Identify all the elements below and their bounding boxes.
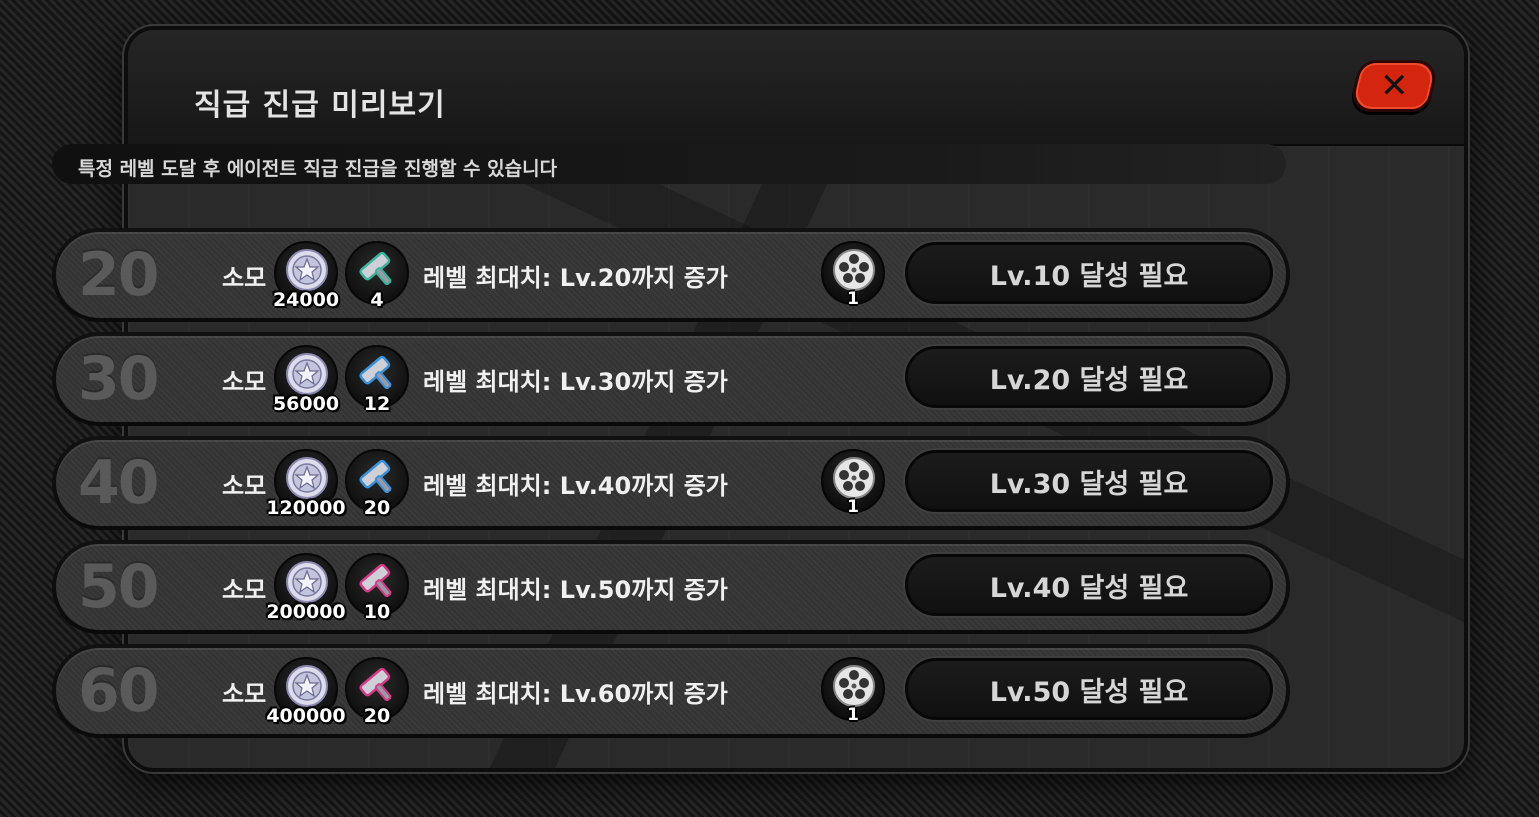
- consume-label: 소모: [222, 264, 267, 292]
- promotion-row: 50 소모 200000 10 레벨 최대치: Lv.50까지 증가 Lv.40…: [52, 540, 1290, 634]
- denny-coin-icon: [286, 665, 328, 707]
- row-panel: 60 소모 400000 20 레벨 최대치: Lv.60까지 증가 1 Lv.…: [56, 648, 1286, 734]
- reward-item[interactable]: 1: [821, 241, 885, 309]
- material-item[interactable]: 20: [345, 657, 409, 727]
- row-panel: 20 소모 24000 4 레벨 최대치: Lv.20까지 증가 1 Lv.10…: [56, 232, 1286, 318]
- material-item[interactable]: 4: [345, 241, 409, 311]
- dialog-title: 직급 진급 미리보기: [194, 88, 446, 123]
- consume-label: 소모: [222, 368, 267, 396]
- info-banner: 특정 레벨 도달 후 에이전트 직급 진급을 진행할 수 있습니다: [52, 144, 1286, 184]
- promotion-row: 60 소모 400000 20 레벨 최대치: Lv.60까지 증가 1 Lv.…: [52, 644, 1290, 738]
- material-count: 4: [370, 289, 384, 311]
- promotion-level: 60: [78, 656, 159, 726]
- requirement-button[interactable]: Lv.20 달성 필요: [905, 346, 1273, 408]
- row-panel: 30 소모 56000 12 레벨 최대치: Lv.30까지 증가 Lv.20 …: [56, 336, 1286, 422]
- material-count: 20: [363, 497, 391, 519]
- film-reel-icon: [833, 665, 875, 707]
- coin-count: 400000: [266, 705, 346, 727]
- promotion-material-icon: [359, 251, 392, 286]
- promotion-material-icon: [359, 563, 392, 598]
- coin-count: 200000: [266, 601, 346, 623]
- coin-item[interactable]: 56000: [273, 345, 339, 415]
- requirement-button[interactable]: Lv.40 달성 필요: [905, 554, 1273, 616]
- level-cap-effect: 레벨 최대치: Lv.30까지 증가: [423, 368, 728, 396]
- denny-coin-icon: [286, 353, 328, 395]
- denny-coin-icon: [286, 457, 328, 499]
- requirement-button[interactable]: Lv.10 달성 필요: [905, 242, 1273, 304]
- level-cap-effect: 레벨 최대치: Lv.40까지 증가: [423, 472, 728, 500]
- denny-coin-icon: [286, 561, 328, 603]
- coin-item[interactable]: 200000: [266, 553, 346, 623]
- row-panel: 50 소모 200000 10 레벨 최대치: Lv.50까지 증가 Lv.40…: [56, 544, 1286, 630]
- coin-count: 24000: [272, 289, 340, 311]
- coin-item[interactable]: 120000: [266, 449, 346, 519]
- info-text: 특정 레벨 도달 후 에이전트 직급 진급을 진행할 수 있습니다: [78, 158, 558, 180]
- promotion-row: 30 소모 56000 12 레벨 최대치: Lv.30까지 증가 Lv.20 …: [52, 332, 1290, 426]
- reward-item[interactable]: 1: [821, 449, 885, 517]
- consume-label: 소모: [222, 472, 267, 500]
- reward-count: 1: [847, 497, 859, 517]
- dialog-header: 직급 진급 미리보기 ✕: [128, 30, 1464, 146]
- film-reel-icon: [833, 457, 875, 499]
- promotion-row: 20 소모 24000 4 레벨 최대치: Lv.20까지 증가 1 Lv.10…: [52, 228, 1290, 322]
- consume-label: 소모: [222, 576, 267, 604]
- promotion-level: 30: [78, 344, 159, 414]
- promotion-material-icon: [359, 667, 392, 702]
- promotion-material-icon: [359, 355, 392, 390]
- promotion-level: 50: [78, 552, 159, 622]
- close-button[interactable]: ✕: [1347, 60, 1441, 112]
- material-count: 20: [363, 705, 391, 727]
- material-count: 12: [363, 393, 391, 415]
- reward-count: 1: [847, 705, 859, 725]
- promotion-row: 40 소모 120000 20 레벨 최대치: Lv.40까지 증가 1 Lv.…: [52, 436, 1290, 530]
- reward-count: 1: [847, 289, 859, 309]
- row-panel: 40 소모 120000 20 레벨 최대치: Lv.40까지 증가 1 Lv.…: [56, 440, 1286, 526]
- coin-item[interactable]: 400000: [266, 657, 346, 727]
- material-count: 10: [363, 601, 391, 623]
- coin-item[interactable]: 24000: [273, 241, 339, 311]
- coin-count: 120000: [266, 497, 346, 519]
- film-reel-icon: [833, 249, 875, 291]
- promotion-material-icon: [359, 459, 392, 494]
- material-item[interactable]: 20: [345, 449, 409, 519]
- promotion-level: 40: [78, 448, 159, 518]
- requirement-button[interactable]: Lv.50 달성 필요: [905, 658, 1273, 720]
- material-item[interactable]: 12: [345, 345, 409, 415]
- promotion-level: 20: [78, 240, 159, 310]
- coin-count: 56000: [272, 393, 340, 415]
- consume-label: 소모: [222, 680, 267, 708]
- close-icon: ✕: [1379, 66, 1409, 106]
- level-cap-effect: 레벨 최대치: Lv.60까지 증가: [423, 680, 728, 708]
- level-cap-effect: 레벨 최대치: Lv.20까지 증가: [423, 264, 728, 292]
- denny-coin-icon: [286, 249, 328, 291]
- material-item[interactable]: 10: [345, 553, 409, 623]
- level-cap-effect: 레벨 최대치: Lv.50까지 증가: [423, 576, 728, 604]
- reward-item[interactable]: 1: [821, 657, 885, 725]
- requirement-button[interactable]: Lv.30 달성 필요: [905, 450, 1273, 512]
